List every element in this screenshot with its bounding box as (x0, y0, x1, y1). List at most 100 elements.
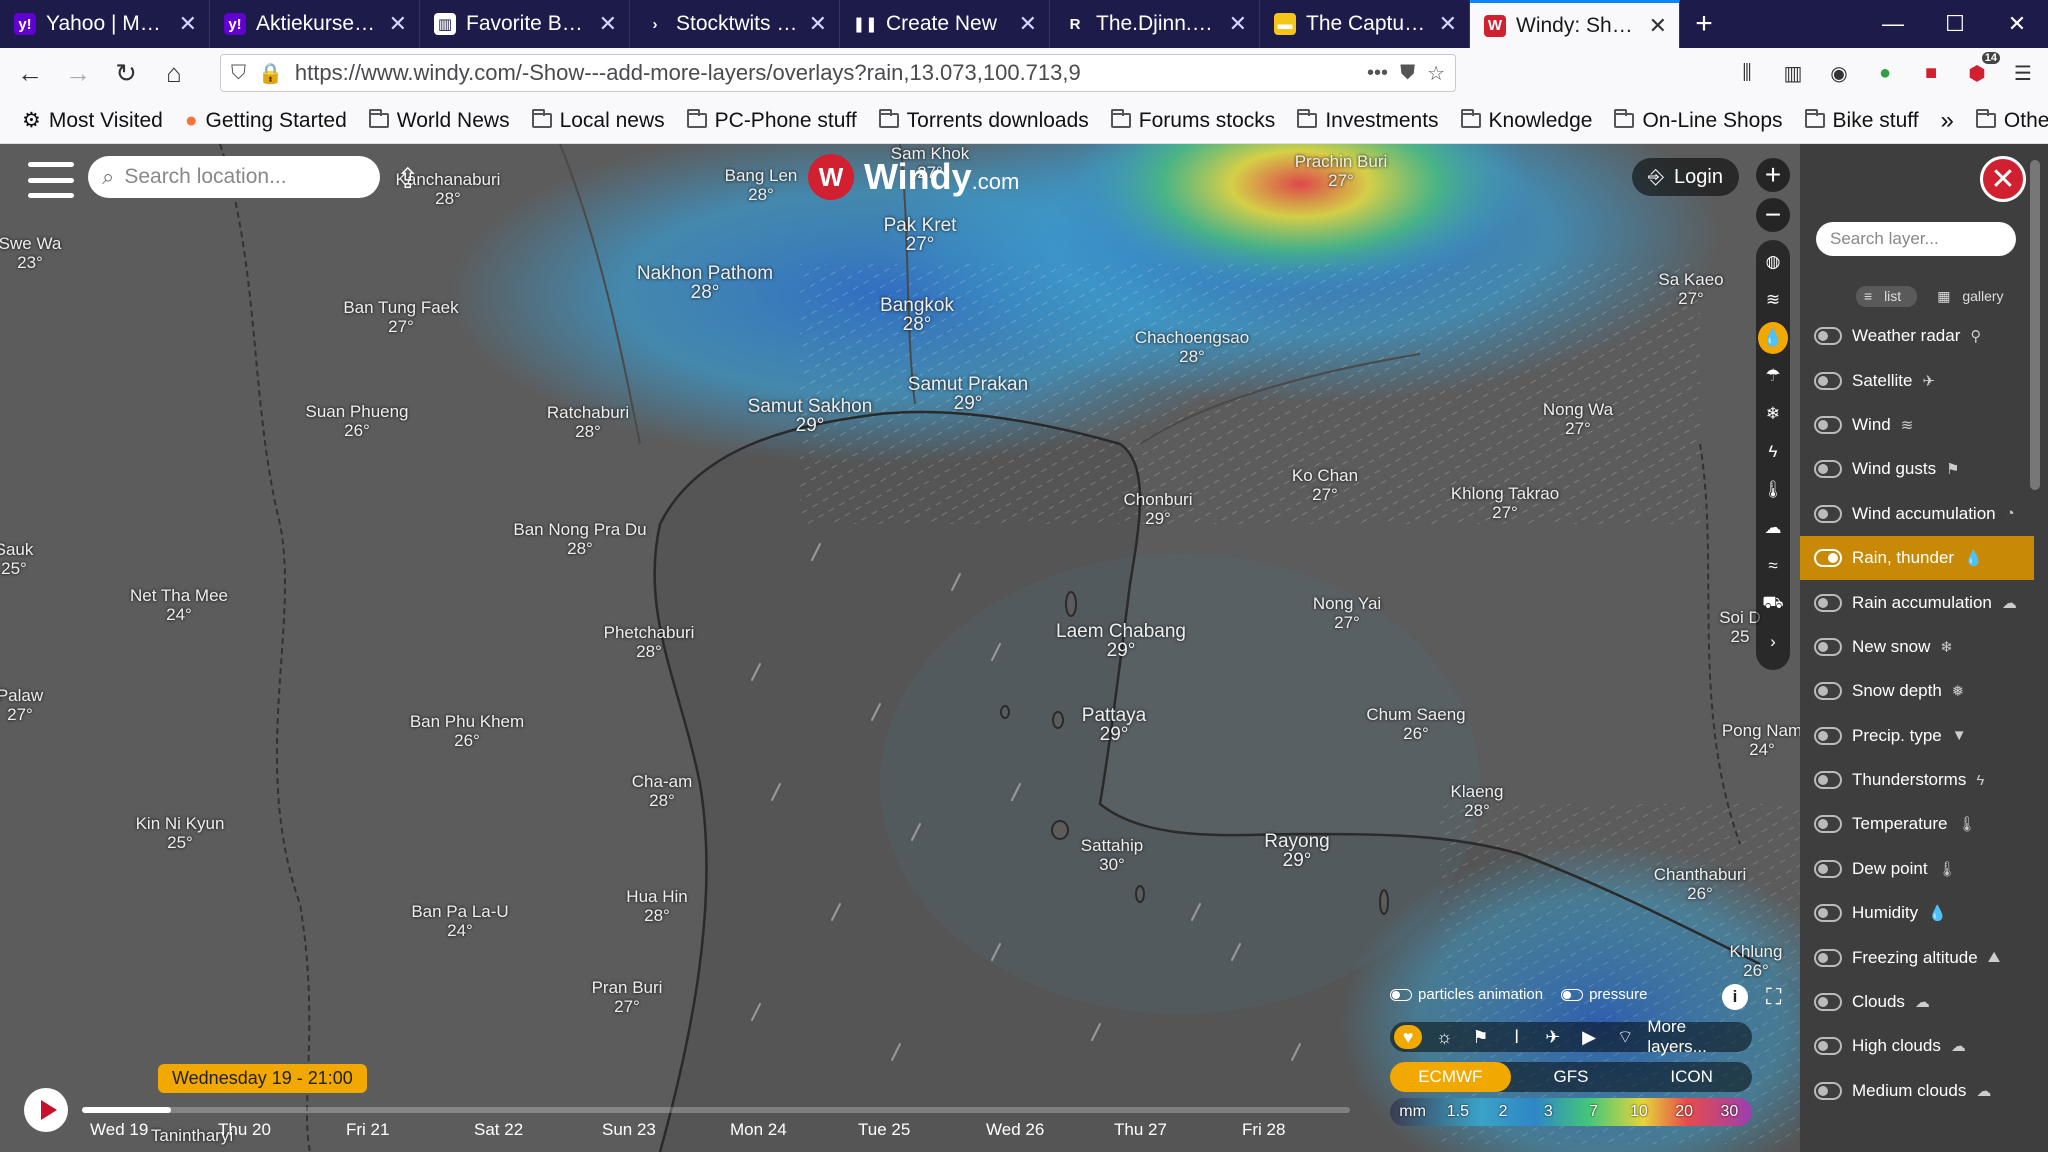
address-bar[interactable]: ⛉ 🔒 https://www.windy.com/-Show---add-mo… (220, 54, 1456, 92)
layer-item[interactable]: Wind gusts ⚑ (1800, 447, 2034, 491)
tab-4[interactable]: › Stocktwits - Th ✕ (630, 0, 840, 48)
layer-toggle[interactable] (1814, 1037, 1842, 1056)
layer-item[interactable]: Dew point 🌡 (1800, 847, 2034, 891)
layer-toggle[interactable] (1814, 726, 1842, 745)
layer-toggle[interactable] (1814, 593, 1842, 612)
zoom-out-button[interactable]: − (1756, 198, 1790, 232)
back-icon[interactable]: ← (10, 53, 50, 93)
layer-item[interactable]: Rain, thunder 💧 (1800, 535, 2034, 581)
city-label[interactable]: Chum Saeng 26° (1366, 705, 1465, 743)
city-label[interactable]: Khlong Takrao 27° (1451, 484, 1559, 522)
globe-icon[interactable]: ◍ (1758, 246, 1788, 278)
layer-toggle[interactable] (1814, 904, 1842, 923)
thermometer-icon[interactable]: ǀ (1503, 1027, 1531, 1048)
library-icon[interactable]: ⫼ (1732, 58, 1762, 88)
city-label[interactable]: Samut Sakhon 29° (748, 397, 873, 435)
bookmark-item[interactable]: PC-Phone stuff (686, 108, 857, 133)
timeline-day[interactable]: Sat 22 (474, 1120, 602, 1140)
timeline-day[interactable]: Fri 21 (346, 1120, 474, 1140)
webcam-icon[interactable]: ▶ (1575, 1027, 1603, 1048)
play-button[interactable] (24, 1088, 68, 1132)
layer-toggle[interactable] (1814, 815, 1842, 834)
wind-icon[interactable]: ≋ (1758, 284, 1788, 316)
flag-icon[interactable]: ⚑ (1466, 1027, 1494, 1048)
extension-green-icon[interactable]: ● (1870, 58, 1900, 88)
city-label[interactable]: Khlung 26° (1730, 942, 1783, 980)
city-label[interactable]: Laem Chabang 29° (1056, 622, 1186, 660)
close-icon[interactable]: ✕ (1980, 156, 2026, 202)
rain-icon[interactable]: 💧 (1758, 322, 1788, 354)
heart-icon[interactable]: ♥ (1394, 1025, 1423, 1049)
layer-item[interactable]: Clouds ☁ (1800, 980, 2034, 1024)
hamburger-menu-icon[interactable] (28, 162, 74, 198)
layer-toggle[interactable] (1814, 771, 1842, 790)
city-label[interactable]: Ban Pa La-U 24° (411, 902, 508, 940)
timeline-day[interactable]: Thu 27 (1114, 1120, 1242, 1140)
city-label[interactable]: Hua Hin 28° (626, 887, 687, 925)
city-label[interactable]: Palaw 27° (0, 686, 43, 724)
clouds-icon[interactable]: ☁ (1758, 512, 1788, 544)
tab-5[interactable]: ❚❚ Create New ✕ (840, 0, 1050, 48)
view-gallery-button[interactable]: ▦ gallery (1929, 286, 2019, 307)
layer-item[interactable]: Thunderstorms ϟ (1800, 758, 2034, 802)
city-label[interactable]: Samut Prakan 29° (908, 375, 1028, 413)
car-icon[interactable]: ⛟ (1758, 588, 1788, 620)
forward-icon[interactable]: → (58, 53, 98, 93)
search-location-placeholder[interactable]: Search location... (124, 165, 286, 189)
city-label[interactable]: Pak Kret 27° (884, 216, 957, 254)
city-label[interactable]: Chachoengsao 28° (1135, 328, 1249, 366)
close-tab-icon[interactable]: ✕ (179, 11, 197, 37)
timeline-day[interactable]: Sun 23 (602, 1120, 730, 1140)
fullscreen-icon[interactable]: ⛶ (1766, 984, 1781, 1010)
city-label[interactable]: Sa Kaeo 27° (1658, 270, 1723, 308)
close-window-icon[interactable]: ✕ (1986, 0, 2048, 48)
pocket-icon[interactable]: ⛊ (1400, 62, 1415, 85)
share-icon[interactable]: ⇪ (396, 162, 419, 195)
bookmark-item[interactable]: On-Line Shops (1614, 108, 1783, 133)
timeline-day[interactable]: Fri 28 (1242, 1120, 1370, 1140)
layer-item[interactable]: Satellite ✈ (1800, 358, 2034, 402)
login-button[interactable]: ⎆ Login (1632, 158, 1739, 196)
rain-accumulation-icon[interactable]: ☂ (1758, 360, 1788, 392)
weather-map[interactable]: Kanchanaburi 28° Bang Len 28° Sam Khok 27° Pra… (0, 144, 1800, 1152)
layer-toggle[interactable] (1814, 327, 1842, 346)
info-icon[interactable]: i (1722, 984, 1748, 1010)
city-label[interactable]: Swe Wa 23° (0, 234, 61, 272)
layer-toggle[interactable] (1814, 504, 1842, 523)
layer-item[interactable]: Snow depth ❅ (1800, 669, 2034, 713)
page-actions-icon[interactable]: ••• (1367, 62, 1388, 85)
layer-search-placeholder[interactable]: Search layer... (1830, 229, 1939, 249)
waves-icon[interactable]: ≈ (1758, 550, 1788, 582)
airplane-icon[interactable]: ✈ (1539, 1027, 1567, 1048)
pressure-toggle[interactable]: pressure (1561, 986, 1647, 1003)
maximize-icon[interactable]: ☐ (1924, 0, 1986, 48)
bookmark-item[interactable]: Forums stocks (1110, 108, 1275, 133)
city-label[interactable]: Phetchaburi 28° (604, 623, 695, 661)
city-label[interactable]: Ratchaburi 28° (547, 403, 629, 441)
close-tab-icon[interactable]: ✕ (1019, 11, 1037, 37)
layer-toggle[interactable] (1814, 460, 1842, 479)
layer-item[interactable]: Wind accumulation ◔ (1800, 492, 2034, 536)
layer-toggle[interactable] (1814, 859, 1842, 878)
shield-icon[interactable]: ⛉ (231, 62, 246, 85)
bookmark-item[interactable]: Local news (531, 108, 665, 133)
reload-icon[interactable]: ↻ (106, 53, 146, 93)
tab-3[interactable]: ▥ Favorite Boards ✕ (420, 0, 630, 48)
thermometer-icon[interactable]: 🌡 (1758, 474, 1788, 506)
particles-animation-toggle[interactable]: particles animation (1390, 986, 1543, 1003)
city-label[interactable]: Chanthaburi 26° (1654, 865, 1747, 903)
layer-item[interactable]: Freezing altitude ⛰ (1800, 935, 2034, 979)
bookmark-item[interactable]: Investments (1297, 108, 1439, 133)
layer-item[interactable]: Humidity 💧 (1800, 891, 2034, 935)
city-label[interactable]: Bang Len 28° (725, 166, 798, 204)
close-tab-icon[interactable]: ✕ (599, 11, 617, 37)
timeline-day[interactable]: Mon 24 (730, 1120, 858, 1140)
city-label[interactable]: Chonburi 29° (1124, 490, 1193, 528)
location-search[interactable]: ⌕ Search location... (88, 156, 380, 198)
city-label[interactable]: Suan Phueng 26° (305, 402, 408, 440)
bookmark-item[interactable]: Knowledge (1460, 108, 1592, 133)
more-layers-button[interactable]: More layers... (1647, 1017, 1748, 1057)
menu-icon[interactable]: ☰ (2008, 58, 2038, 88)
bookmark-item[interactable]: World News (368, 108, 510, 133)
layer-toggle[interactable] (1814, 415, 1842, 434)
